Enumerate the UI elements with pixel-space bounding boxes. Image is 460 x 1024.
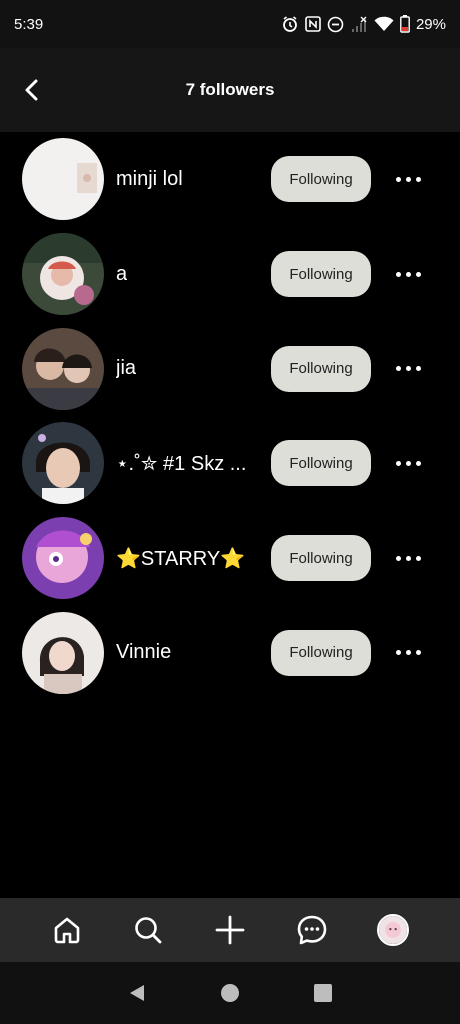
home-icon — [54, 917, 80, 944]
following-button[interactable]: Following — [271, 440, 371, 487]
username[interactable]: a — [116, 263, 127, 286]
more-options-button[interactable] — [388, 448, 428, 478]
search-icon — [135, 917, 162, 944]
more-options-button[interactable] — [388, 259, 428, 289]
username[interactable]: Vinnie — [116, 641, 171, 664]
system-nav-bar — [0, 962, 460, 1024]
username[interactable]: ⋆.˚✮ #1 Skz ... — [116, 451, 246, 476]
battery-icon — [400, 15, 410, 33]
triangle-back-icon — [129, 985, 144, 1001]
list-item[interactable]: Vinnie Following — [0, 605, 460, 700]
list-item[interactable]: a Following — [0, 227, 460, 322]
more-options-button[interactable] — [388, 638, 428, 668]
nav-home[interactable] — [47, 910, 87, 950]
list-item[interactable]: jia Following — [0, 321, 460, 416]
nav-messages[interactable] — [292, 910, 332, 950]
username[interactable]: minji lol — [116, 168, 183, 191]
list-item[interactable]: ⋆.˚✮ #1 Skz ... Following — [0, 416, 460, 511]
plus-icon — [215, 915, 245, 945]
nav-create[interactable] — [210, 910, 250, 950]
list-item[interactable]: minji lol Following — [0, 132, 460, 227]
status-icons: 29% — [281, 15, 446, 33]
following-button[interactable]: Following — [271, 535, 371, 582]
avatar[interactable] — [22, 138, 104, 221]
nav-search[interactable] — [128, 910, 168, 950]
alarm-icon — [281, 15, 299, 33]
nfc-icon — [305, 16, 321, 32]
dnd-icon — [327, 16, 344, 33]
chat-bubble-icon — [297, 915, 326, 945]
more-options-button[interactable] — [388, 164, 428, 194]
avatar[interactable] — [22, 611, 104, 694]
username[interactable]: jia — [116, 357, 136, 380]
username[interactable]: ⭐STARRY⭐ — [116, 546, 245, 571]
chevron-left-icon — [25, 79, 38, 101]
circle-home-icon — [220, 984, 239, 1002]
bottom-nav — [0, 898, 460, 962]
list-item[interactable]: ⭐STARRY⭐ Following — [0, 511, 460, 606]
page-title: 7 followers — [185, 80, 275, 99]
avatar[interactable] — [22, 233, 104, 316]
battery-percent: 29% — [415, 15, 446, 33]
following-button[interactable]: Following — [271, 345, 371, 392]
system-recents-button[interactable] — [303, 973, 343, 1013]
system-home-button[interactable] — [210, 973, 250, 1013]
following-button[interactable]: Following — [271, 251, 371, 298]
avatar[interactable] — [22, 422, 104, 505]
following-button[interactable]: Following — [271, 156, 371, 203]
back-button[interactable] — [14, 72, 50, 108]
avatar[interactable] — [22, 517, 104, 600]
page-header: 7 followers — [0, 48, 460, 132]
status-bar: 5:39 29% — [0, 0, 460, 48]
square-recents-icon — [314, 984, 333, 1002]
system-back-button[interactable] — [117, 973, 157, 1013]
following-button[interactable]: Following — [271, 629, 371, 676]
signal-icon — [350, 16, 368, 33]
avatar[interactable] — [22, 327, 104, 410]
profile-avatar[interactable] — [377, 914, 410, 946]
more-options-button[interactable] — [388, 543, 428, 573]
status-time: 5:39 — [14, 15, 44, 33]
wifi-icon — [374, 16, 394, 32]
followers-list: minji lol Following a Following jia Foll… — [0, 132, 460, 700]
more-options-button[interactable] — [388, 354, 428, 384]
nav-profile[interactable] — [373, 910, 413, 950]
